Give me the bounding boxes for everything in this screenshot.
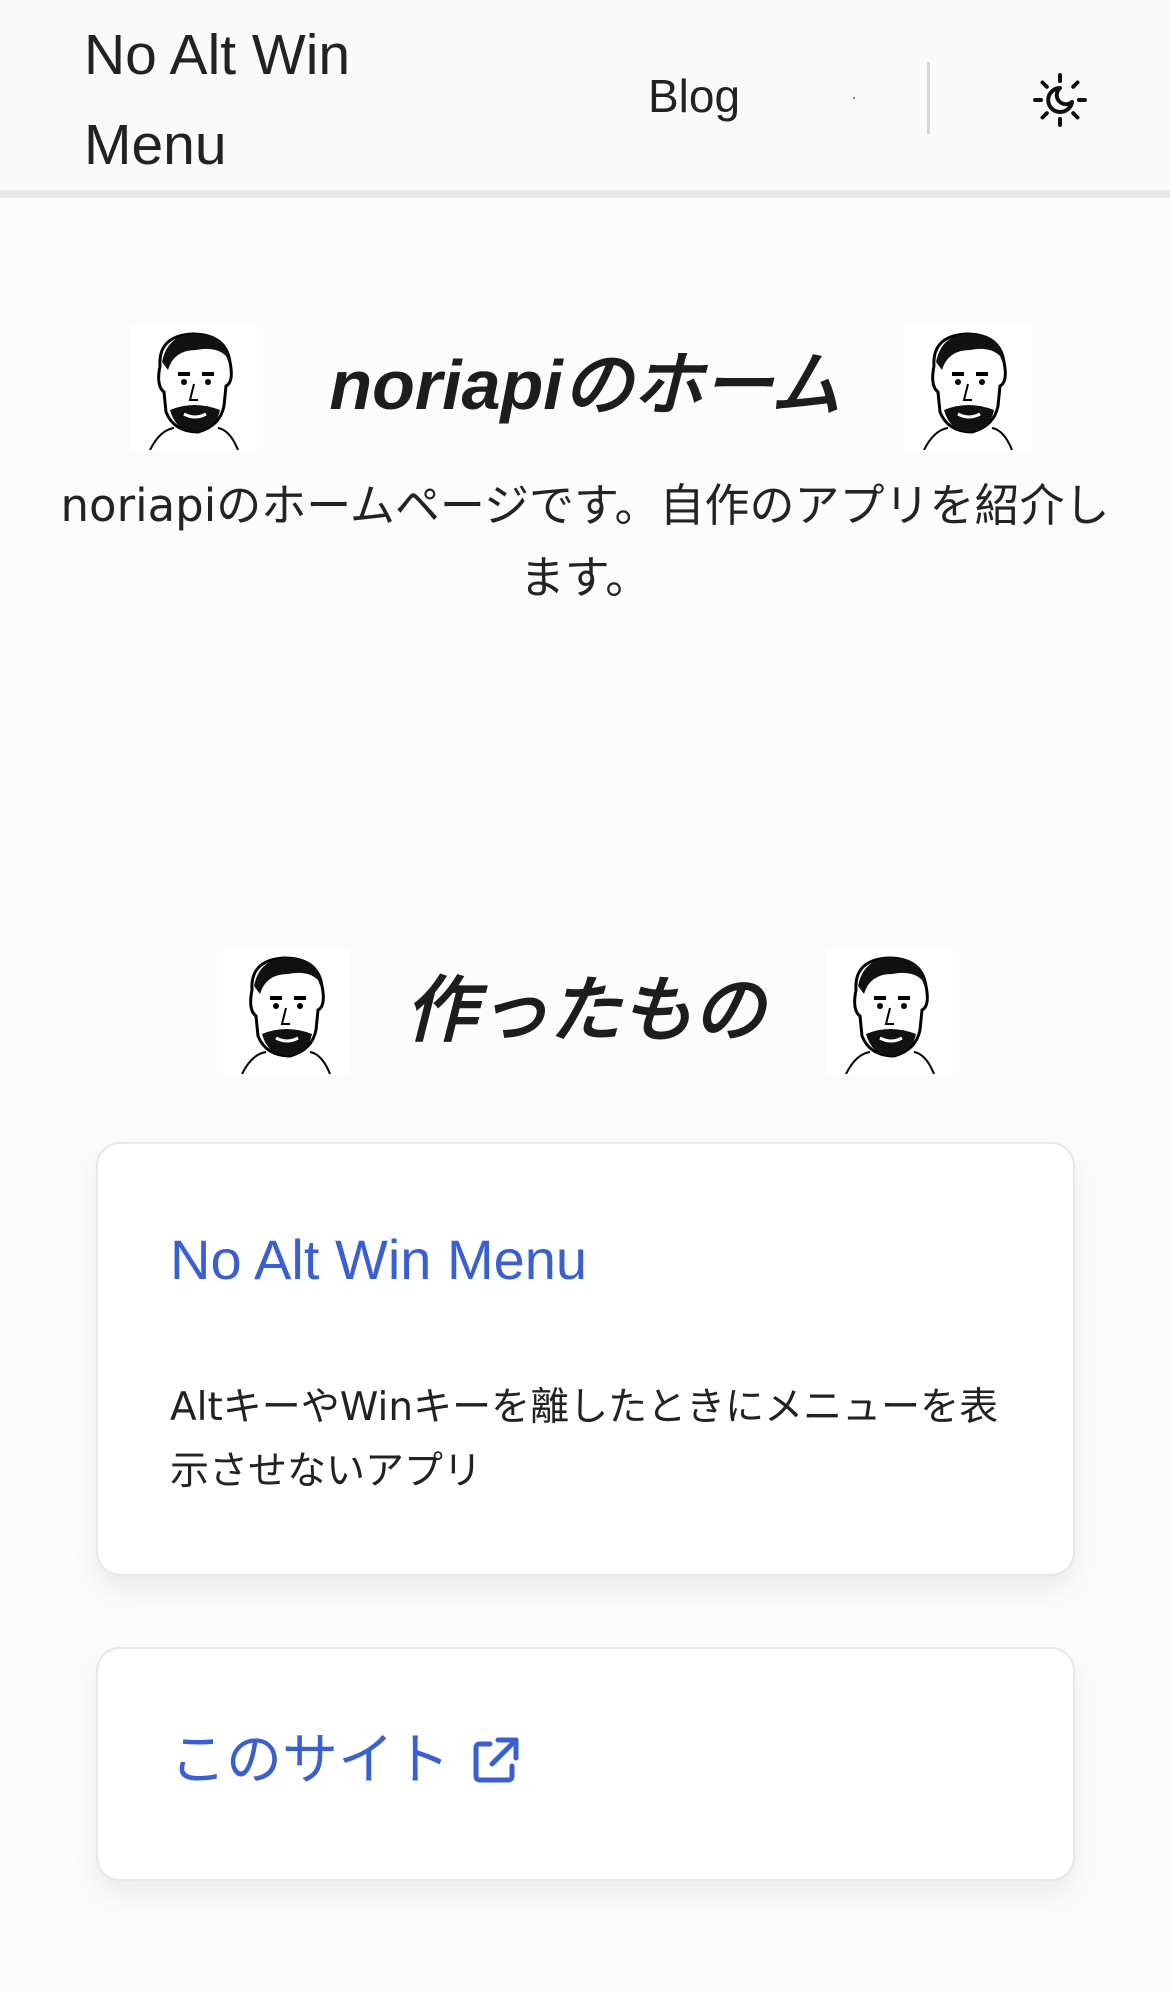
site-header: No Alt Win Menu Blog xyxy=(0,0,1170,198)
work-card-title-link[interactable]: このサイト xyxy=(170,1721,522,1801)
nav-separator-dot xyxy=(853,97,855,99)
sun-moon-icon xyxy=(1033,73,1087,127)
theme-toggle-button[interactable] xyxy=(1030,70,1090,130)
hero-title-jp: のホーム xyxy=(562,344,841,426)
work-card-title-link[interactable]: No Alt Win Menu xyxy=(170,1220,587,1300)
site-brand-link[interactable]: No Alt Win Menu xyxy=(84,10,424,190)
hero-title-latin: noriapi xyxy=(329,346,563,424)
work-card: このサイト xyxy=(96,1647,1075,1881)
work-card-description: AltキーやWinキーを離したときにメニューを表示させないアプリ xyxy=(170,1385,999,1494)
work-card-title: このサイト xyxy=(170,1728,450,1793)
work-card: No Alt Win Menu AltキーやWinキーを離したときにメニューを表… xyxy=(96,1142,1075,1576)
hero-title: noriapiのホーム xyxy=(0,335,1170,435)
nav-divider xyxy=(927,62,930,134)
hero-description: noriapiのホームページです。自作のアプリを紹介します。 xyxy=(60,479,1110,604)
external-link-icon xyxy=(473,1737,519,1783)
nav-blog-link[interactable]: Blog xyxy=(648,64,740,128)
works-section-title: 作ったもの xyxy=(404,968,765,1052)
